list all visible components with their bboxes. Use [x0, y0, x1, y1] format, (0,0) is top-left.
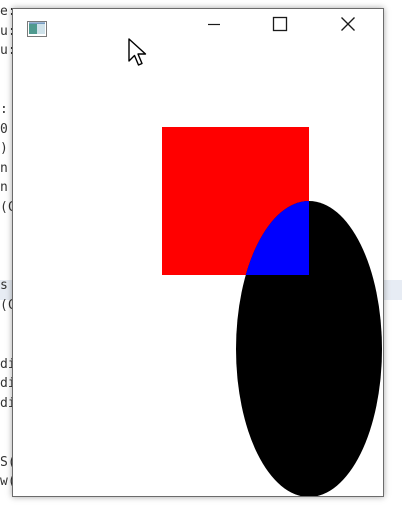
canvas-svg — [162, 127, 382, 497]
drawing-canvas[interactable] — [13, 39, 383, 497]
minimize-icon — [208, 23, 220, 26]
close-button[interactable] — [325, 9, 371, 39]
maximize-button[interactable] — [257, 9, 303, 39]
maximize-icon — [272, 16, 288, 32]
mouse-pointer-icon — [128, 38, 147, 66]
app-icon[interactable] — [27, 21, 47, 37]
close-icon — [341, 17, 355, 31]
app-window[interactable] — [12, 8, 384, 497]
minimize-button[interactable] — [191, 9, 237, 39]
title-bar[interactable] — [13, 9, 383, 39]
